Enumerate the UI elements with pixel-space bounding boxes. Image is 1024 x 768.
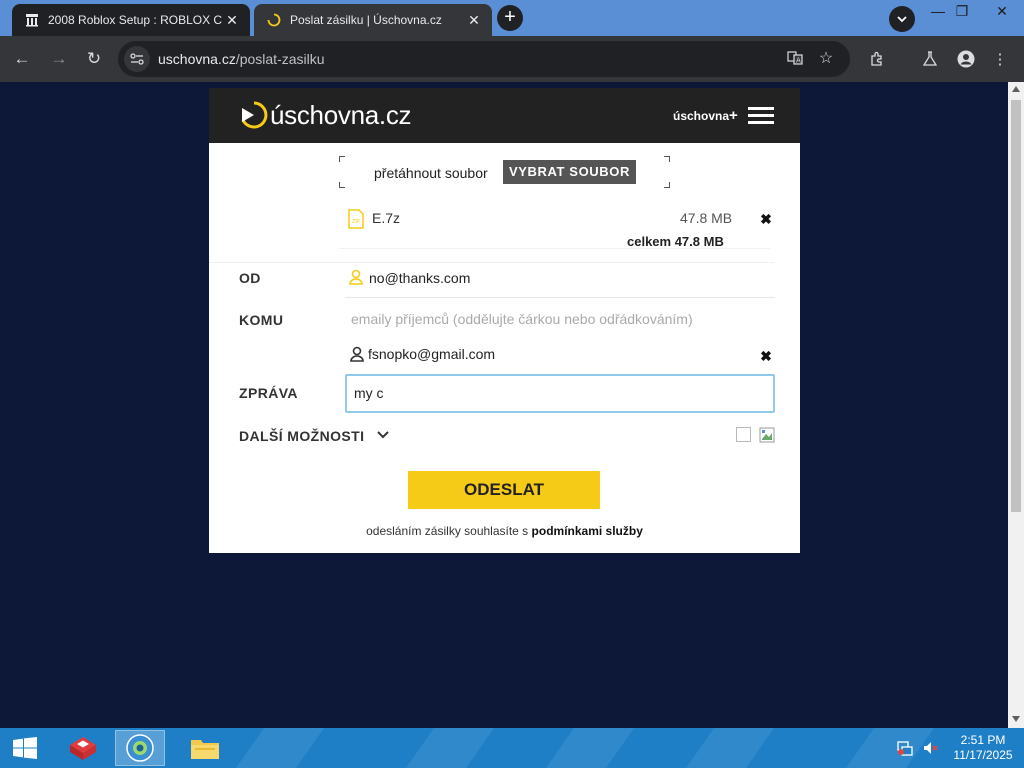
tab-roblox-setup[interactable]: 2008 Roblox Setup : ROBLOX Co ✕ <box>12 4 250 36</box>
menu-kebab-icon[interactable]: ⋮ <box>987 46 1013 72</box>
extensions-icon[interactable] <box>864 46 890 72</box>
roblox-app-icon <box>70 737 96 760</box>
tab-title: 2008 Roblox Setup : ROBLOX Co <box>48 13 222 27</box>
divider <box>209 262 774 263</box>
system-clock[interactable]: 2:51 PM 11/17/2025 <box>948 733 1018 763</box>
site-header: úschovna.cz úschovna+ <box>209 88 800 143</box>
volume-muted-icon[interactable] <box>922 728 940 768</box>
network-tray-icon[interactable] <box>896 728 914 768</box>
from-label: OD <box>239 270 261 286</box>
archive-icon <box>24 12 40 28</box>
zip-file-icon: ZIP <box>348 209 364 229</box>
url-text[interactable]: uschovna.cz/poslat-zasilku <box>158 51 850 67</box>
to-label: KOMU <box>239 312 284 328</box>
hamburger-menu-icon[interactable] <box>748 107 774 125</box>
svg-text:A: A <box>796 57 801 65</box>
sender-person-icon <box>349 269 363 285</box>
taskbar-app-browser[interactable] <box>115 730 165 766</box>
labs-flask-icon[interactable] <box>917 46 943 72</box>
tab-poslat-zasilku[interactable]: Poslat zásilku | Úschovna.cz ✕ <box>254 4 492 36</box>
browser-globe-icon <box>126 734 154 762</box>
file-size: 47.8 MB <box>680 210 733 226</box>
choose-file-button[interactable]: VYBRAT SOUBOR <box>503 160 636 184</box>
chevron-down-icon <box>897 16 907 23</box>
scroll-down-icon[interactable] <box>1012 716 1020 722</box>
taskbar: 2:51 PM 11/17/2025 <box>0 728 1024 768</box>
start-button[interactable] <box>0 730 50 766</box>
message-label: ZPRÁVA <box>239 385 298 401</box>
tab-close-icon[interactable]: ✕ <box>464 10 484 30</box>
reload-button[interactable]: ↻ <box>81 46 107 72</box>
svg-text:ZIP: ZIP <box>352 219 360 225</box>
taskbar-app-file-explorer[interactable] <box>180 730 230 766</box>
windows-logo-icon <box>13 737 37 759</box>
sender-email[interactable]: no@thanks.com <box>369 270 470 286</box>
profile-avatar-icon[interactable] <box>953 46 979 72</box>
recipient-email: fsnopko@gmail.com <box>368 346 496 362</box>
scroll-up-icon[interactable] <box>1012 86 1020 92</box>
address-bar[interactable]: uschovna.cz/poslat-zasilku <box>118 41 850 77</box>
more-options-toggle[interactable]: DALŠÍ MOŽNOSTI <box>239 428 364 444</box>
site-logo[interactable]: úschovna.cz <box>239 99 412 130</box>
folder-icon <box>191 740 219 759</box>
terms-text: odesláním zásilky souhlasíte s podmínkam… <box>366 524 643 538</box>
back-button[interactable]: ← <box>9 46 35 72</box>
logo-text: úschovna.cz <box>270 99 412 130</box>
dropzone-text: přetáhnout soubor <box>374 165 488 181</box>
loading-spinner-icon <box>266 12 282 28</box>
clock-date: 11/17/2025 <box>953 748 1013 762</box>
divider <box>339 248 770 249</box>
file-dropzone[interactable]: přetáhnout soubor VYBRAT SOUBOR <box>339 156 670 188</box>
scrollbar-thumb[interactable] <box>1011 100 1021 512</box>
restore-button[interactable]: ❐ <box>946 0 978 22</box>
message-input[interactable]: my c <box>345 374 775 413</box>
uschovna-plus-link[interactable]: úschovna+ <box>673 107 738 124</box>
option-checkbox[interactable] <box>736 427 751 442</box>
tab-title: Poslat zásilku | Úschovna.cz <box>290 13 442 27</box>
site-info-icon[interactable] <box>124 46 150 72</box>
divider <box>345 297 775 298</box>
chevron-down-icon[interactable] <box>376 428 390 442</box>
browser-tab-strip: 2008 Roblox Setup : ROBLOX Co ✕ Poslat z… <box>0 0 1024 36</box>
clock-time: 2:51 PM <box>960 733 1006 747</box>
browser-toolbar: ← → ↻ uschovna.cz/poslat-zasilku A ☆ ⋮ <box>0 36 1024 82</box>
new-tab-button[interactable]: + <box>497 5 523 31</box>
tab-close-icon[interactable]: ✕ <box>222 10 242 30</box>
tab-search-button[interactable] <box>889 6 915 32</box>
bookmark-star-icon[interactable]: ☆ <box>814 46 838 70</box>
forward-button[interactable]: → <box>46 46 72 72</box>
logo-play-icon <box>241 101 268 129</box>
terms-link[interactable]: podmínkami služby <box>532 524 643 538</box>
total-size: celkem 47.8 MB <box>627 234 724 249</box>
broken-image-icon <box>759 427 775 443</box>
send-button[interactable]: ODESLAT <box>408 471 600 509</box>
translate-icon[interactable]: A <box>783 46 807 70</box>
remove-file-close-icon[interactable]: ✖ <box>759 212 773 226</box>
file-name: E.7z <box>372 210 401 226</box>
close-window-button[interactable]: ✕ <box>986 0 1018 22</box>
page-scrollbar[interactable] <box>1008 82 1024 728</box>
remove-recipient-close-icon[interactable]: ✖ <box>759 349 773 363</box>
recipients-input[interactable]: emaily příjemců (oddělujte čárkou nebo o… <box>351 311 693 327</box>
upload-card: úschovna.cz úschovna+ přetáhnout soubor … <box>209 88 800 553</box>
taskbar-app-roblox[interactable] <box>58 730 108 766</box>
recipient-person-icon <box>350 346 364 362</box>
